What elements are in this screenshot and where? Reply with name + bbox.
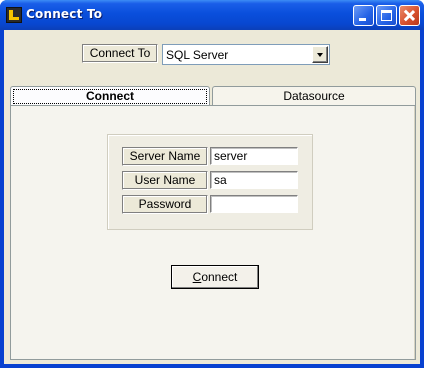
password-label: Password [122,195,208,214]
tab-focus-rect [13,89,207,104]
user-name-input[interactable]: sa [210,171,298,189]
tab-datasource-label: Datasource [283,89,345,103]
minimize-icon [359,18,366,21]
maximize-button[interactable] [376,5,397,26]
window-title: Connect To [26,7,103,21]
app-icon [6,7,22,23]
tab-datasource[interactable]: Datasource [212,86,416,106]
credentials-group: Server Name server User Name sa Password [107,134,313,230]
server-name-input[interactable]: server [210,147,298,165]
title-bar[interactable]: Connect To [0,0,424,30]
dialog-body: Connect To SQL Server Connect Datasource… [4,30,420,364]
connect-tab-panel: Server Name server User Name sa Password… [10,105,416,360]
close-icon [400,6,419,25]
chevron-down-icon[interactable] [312,46,328,63]
minimize-button[interactable] [353,5,374,26]
server-name-label: Server Name [122,147,208,166]
maximize-icon [381,10,392,21]
connect-to-select[interactable]: SQL Server [162,44,330,65]
connect-button-label: onnect [201,270,238,284]
password-input[interactable] [210,195,298,213]
connect-to-label: Connect To [82,44,158,63]
dialog-window: Connect To Connect To SQL Server Connect… [0,0,424,368]
close-button[interactable] [399,5,420,26]
connect-to-selected-value: SQL Server [166,48,229,62]
connect-button-mnemonic: C [192,270,202,284]
user-name-label: User Name [122,171,208,190]
tab-connect[interactable]: Connect [10,86,210,106]
connect-button[interactable]: Connect [171,265,259,289]
